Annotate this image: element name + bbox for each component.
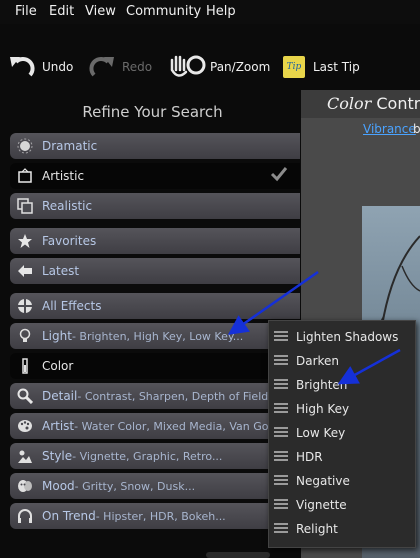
- category-sub: - Hipster, HDR, Bokeh...: [95, 509, 226, 523]
- submenu-item[interactable]: Vignette: [269, 493, 415, 517]
- category-detail[interactable]: Detail - Contrast, Sharpen, Depth of Fie…: [10, 383, 300, 409]
- drag-handle-icon: [274, 331, 288, 343]
- preview-title: Color Contrib: [327, 94, 420, 113]
- submenu-item[interactable]: Relight: [269, 517, 415, 541]
- tip-icon: Tip: [283, 56, 305, 78]
- undo-icon: [10, 56, 35, 77]
- submenu-item[interactable]: Brighten: [269, 373, 415, 397]
- pan-zoom-button[interactable]: Pan/Zoom: [168, 44, 270, 90]
- category-on-trend[interactable]: On Trend - Hipster, HDR, Bokeh...: [10, 503, 300, 529]
- checkmark-icon: [270, 166, 288, 185]
- category-label: Artistic: [42, 169, 85, 183]
- submenu-item[interactable]: High Key: [269, 397, 415, 421]
- dramatic-icon: [16, 137, 34, 155]
- category-label: Favorites: [42, 234, 97, 248]
- vibrance-trailing-text: b: [413, 122, 420, 136]
- category-sub: - Contrast, Sharpen, Depth of Field...: [77, 389, 279, 403]
- category-label: Dramatic: [42, 139, 98, 153]
- drag-handle-icon: [274, 427, 288, 439]
- drag-handle-icon: [274, 379, 288, 391]
- last-tip-label: Last Tip: [313, 60, 360, 74]
- magnifier-icon: [16, 387, 34, 405]
- star-icon: [16, 232, 34, 250]
- redo-icon: [89, 56, 114, 77]
- lightbulb-icon: [16, 327, 34, 345]
- category-label: Artist: [42, 419, 75, 433]
- menu-edit[interactable]: Edit: [49, 4, 74, 19]
- category-color[interactable]: Color: [10, 353, 300, 379]
- category-label: All Effects: [42, 299, 102, 313]
- masks-icon: [16, 477, 34, 495]
- menu-view[interactable]: View: [85, 4, 116, 19]
- drag-handle-icon: [274, 451, 288, 463]
- category-sub: - Brighten, High Key, Low Key...: [71, 329, 244, 343]
- toolbar: Undo Redo Pan/Zoom Tip Last Tip: [0, 44, 420, 90]
- category-label: Realistic: [42, 199, 93, 213]
- menu-bar: File Edit View Community Help: [0, 0, 420, 24]
- vibrance-link[interactable]: Vibrance: [363, 122, 416, 136]
- submenu-item[interactable]: Lighten Shadows: [269, 325, 415, 349]
- grid-circle-icon: [16, 297, 34, 315]
- category-label: Light: [42, 329, 72, 343]
- undo-label: Undo: [42, 60, 74, 74]
- category-light[interactable]: Light - Brighten, High Key, Low Key...: [10, 323, 300, 349]
- refine-title: Refine Your Search: [82, 103, 223, 121]
- redo-label: Redo: [122, 60, 153, 74]
- category-label: Latest: [42, 264, 80, 278]
- drag-handle-icon: [274, 403, 288, 415]
- menu-file[interactable]: File: [15, 4, 37, 19]
- submenu-item[interactable]: Darken: [269, 349, 415, 373]
- pan-zoom-label: Pan/Zoom: [210, 60, 271, 74]
- category-label: Mood: [42, 479, 75, 493]
- category-label: Color: [42, 359, 74, 373]
- category-realistic[interactable]: Realistic: [10, 193, 300, 219]
- category-dramatic[interactable]: Dramatic: [10, 133, 300, 159]
- submenu-item[interactable]: Negative: [269, 469, 415, 493]
- submenu-item[interactable]: Low Key: [269, 421, 415, 445]
- category-label: Style: [42, 449, 73, 463]
- category-latest[interactable]: Latest: [10, 258, 300, 284]
- last-tip-button[interactable]: Tip Last Tip: [283, 44, 360, 90]
- light-submenu: Lighten Shadows Darken Brighten High Key…: [268, 320, 416, 548]
- drag-handle-icon: [274, 475, 288, 487]
- category-all-effects[interactable]: All Effects: [10, 293, 300, 319]
- menu-community[interactable]: Community: [126, 4, 201, 19]
- submenu-item[interactable]: HDR: [269, 445, 415, 469]
- palette-icon: [16, 417, 34, 435]
- menu-help[interactable]: Help: [206, 4, 236, 19]
- category-label: Detail: [42, 389, 78, 403]
- category-artistic[interactable]: Artistic: [10, 163, 300, 189]
- drag-handle-icon: [274, 355, 288, 367]
- drag-handle-icon: [274, 499, 288, 511]
- category-sub: - Vignette, Graphic, Retro...: [72, 449, 223, 463]
- drag-handle-icon: [274, 523, 288, 535]
- landscape-icon: [16, 447, 34, 465]
- category-favorites[interactable]: Favorites: [10, 228, 300, 254]
- category-style[interactable]: Style - Vignette, Graphic, Retro...: [10, 443, 300, 469]
- stacked-frames-icon: [16, 197, 34, 215]
- thermometer-icon: [16, 357, 34, 375]
- redo-button[interactable]: Redo: [88, 44, 152, 90]
- category-mood[interactable]: Mood - Gritty, Snow, Dusk...: [10, 473, 300, 499]
- headphones-icon: [16, 507, 34, 525]
- pan-zoom-icon: [170, 55, 206, 77]
- category-sub: - Water Color, Mixed Media, Van Gogh...: [74, 419, 293, 433]
- category-artist[interactable]: Artist - Water Color, Mixed Media, Van G…: [10, 413, 300, 439]
- frame-icon: [16, 167, 34, 185]
- arrow-left-icon: [16, 262, 34, 280]
- category-sub: - Gritty, Snow, Dusk...: [74, 479, 196, 493]
- undo-button[interactable]: Undo: [8, 44, 73, 90]
- scrollbar[interactable]: [206, 552, 270, 558]
- category-label: On Trend: [42, 509, 96, 523]
